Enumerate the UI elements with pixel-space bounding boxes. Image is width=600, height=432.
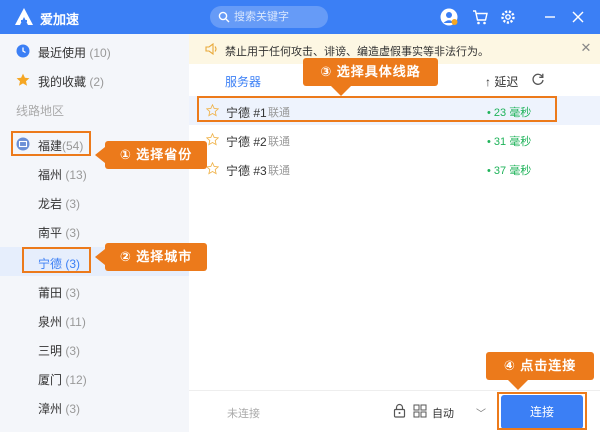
city-label: 龙岩 (38, 197, 63, 211)
sidebar: 最近使用 (10) 我的收藏 (2) 线路地区 福建(54) 福州 (13) 龙… (0, 34, 189, 432)
server-latency: • 31 毫秒 (487, 136, 532, 148)
sidebar-item-count: (2) (89, 75, 105, 89)
title-bar: 爱加速 (0, 0, 600, 34)
city-item-nanping[interactable]: 南平 (3) (0, 216, 189, 245)
city-label: 三明 (38, 344, 63, 358)
city-item-xiamen[interactable]: 厦门 (12) (0, 363, 189, 392)
city-label: 泉州 (38, 315, 63, 329)
section-label-regions: 线路地区 (16, 104, 65, 118)
server-isp: 联通 (268, 136, 290, 148)
city-label: 莆田 (38, 286, 63, 300)
callout-step1: ① 选择省份 (105, 141, 207, 169)
city-count: (3) (65, 226, 81, 240)
favorite-star-icon[interactable] (206, 162, 219, 175)
city-count: (11) (65, 315, 86, 329)
server-name: 宁德 #2 (226, 135, 267, 149)
notice-close-icon[interactable]: ✕ (579, 41, 593, 55)
city-item-sanming[interactable]: 三明 (3) (0, 334, 189, 363)
city-item-zhangzhou[interactable]: 漳州 (3) (0, 392, 189, 421)
mode-select[interactable]: 自动 (432, 405, 454, 421)
callout-arrow (95, 249, 105, 265)
app-logo-icon (15, 8, 33, 25)
city-count: (3) (65, 402, 81, 416)
favorite-star-icon[interactable] (206, 133, 219, 146)
server-latency: • 37 毫秒 (487, 165, 532, 177)
highlight-connect (497, 392, 587, 430)
city-label: 厦门 (38, 373, 63, 387)
city-count: (12) (65, 373, 87, 387)
cart-icon[interactable] (471, 8, 489, 26)
star-icon (16, 73, 30, 86)
city-label: 漳州 (38, 402, 63, 416)
minimize-icon[interactable] (541, 8, 559, 26)
highlight-server-row (197, 96, 557, 122)
city-count: (3) (65, 344, 81, 358)
callout-step2: ② 选择城市 (105, 243, 207, 271)
callout-arrow (95, 147, 105, 163)
sidebar-item-recent[interactable]: 最近使用 (10) (0, 36, 189, 65)
server-row-3[interactable]: 宁德 #3 联通 • 37 毫秒 (189, 154, 600, 183)
search-box[interactable] (210, 6, 328, 28)
mode-grid-icon (413, 404, 427, 418)
highlight-province (11, 131, 91, 156)
callout-step3: ③ 选择具体线路 (303, 58, 438, 86)
highlight-city (22, 247, 91, 273)
column-header-latency[interactable]: ↑ 延迟 (485, 73, 518, 90)
avatar-icon[interactable] (440, 8, 458, 26)
column-header-server[interactable]: 服务器 (225, 73, 261, 90)
sidebar-item-favorites[interactable]: 我的收藏 (2) (0, 65, 189, 94)
city-count: (13) (65, 168, 87, 182)
clock-icon (16, 44, 30, 58)
notice-text: 禁止用于任何攻击、诽谤、编造虚假事实等非法行为。 (225, 46, 489, 58)
city-label: 南平 (38, 226, 63, 240)
city-item-longyan[interactable]: 龙岩 (3) (0, 187, 189, 216)
connection-status: 未连接 (227, 408, 260, 420)
app-title: 爱加速 (40, 12, 80, 27)
callout-arrow (331, 86, 351, 96)
sidebar-item-count: (10) (89, 46, 111, 60)
server-name: 宁德 #3 (226, 164, 267, 178)
sidebar-item-label: 最近使用 (38, 46, 87, 60)
city-item-putian[interactable]: 莆田 (3) (0, 276, 189, 305)
settings-gear-icon[interactable] (499, 8, 517, 26)
refresh-icon[interactable] (531, 72, 545, 86)
callout-arrow (508, 380, 528, 390)
lock-icon[interactable] (393, 403, 406, 418)
speaker-icon (205, 43, 217, 55)
server-row-2[interactable]: 宁德 #2 联通 • 31 毫秒 (189, 125, 600, 154)
city-label: 福州 (38, 168, 63, 182)
city-count: (3) (65, 197, 81, 211)
server-isp: 联通 (268, 165, 290, 177)
close-icon[interactable] (569, 8, 587, 26)
search-input[interactable] (234, 6, 324, 28)
sidebar-item-label: 我的收藏 (38, 75, 87, 89)
chevron-down-icon[interactable]: ﹀ (476, 405, 486, 420)
callout-step4: ④ 点击连接 (486, 352, 594, 380)
city-count: (3) (65, 286, 81, 300)
search-icon (218, 11, 230, 23)
city-item-quanzhou[interactable]: 泉州 (11) (0, 305, 189, 334)
